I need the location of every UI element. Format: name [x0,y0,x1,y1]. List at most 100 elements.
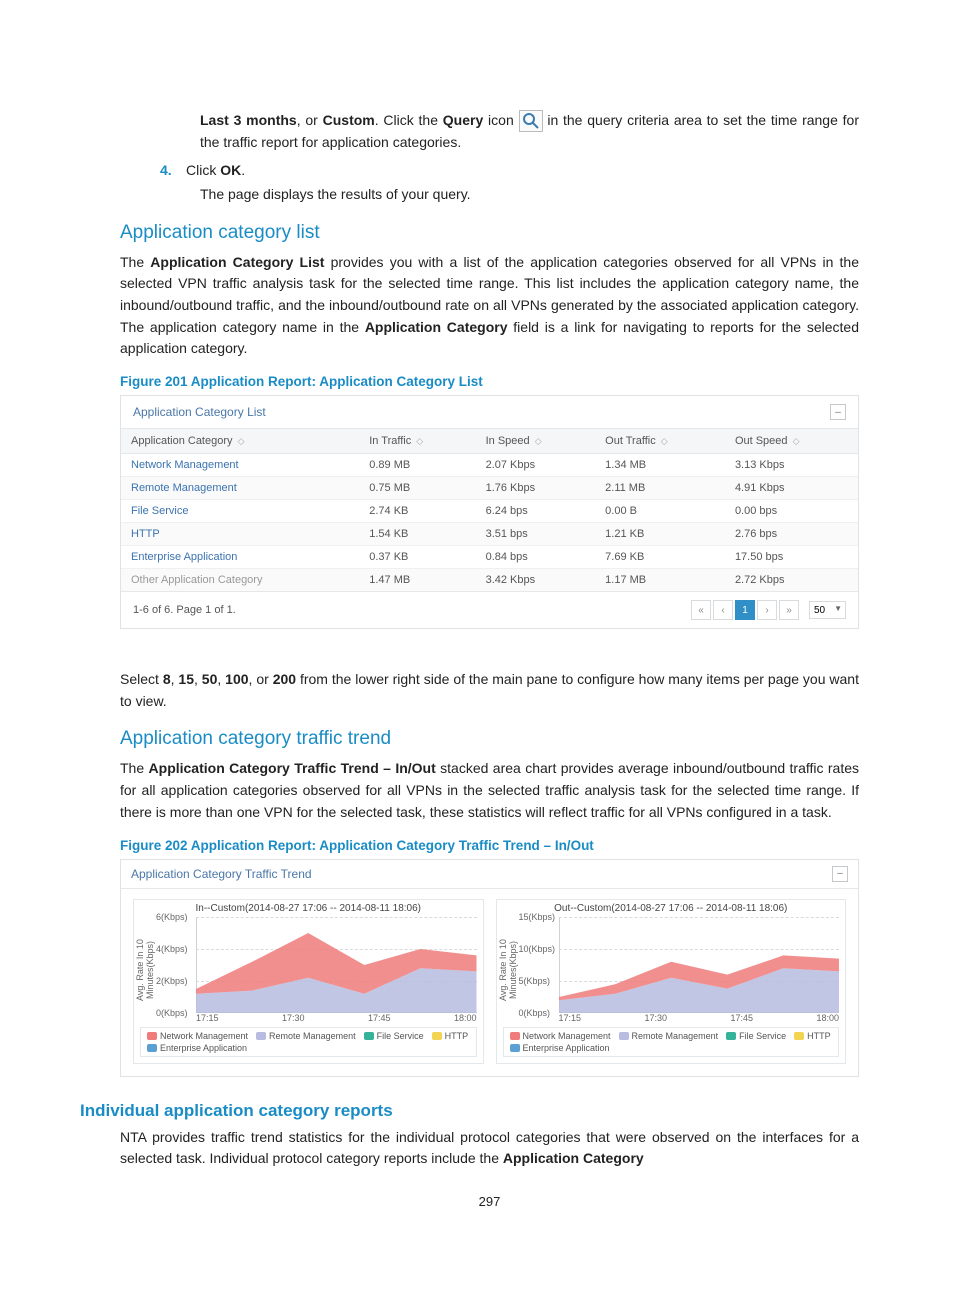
legend-swatch [147,1044,157,1052]
text-ok: OK [220,162,241,178]
figure-201-panel: Application Category List – Application … [120,395,859,629]
y-tick: 15(Kbps) [519,912,556,922]
pager-summary: 1-6 of 6. Page 1 of 1. [133,604,236,616]
column-header[interactable]: Application Category ◇ [121,429,359,454]
legend-swatch [256,1032,266,1040]
y-tick: 2(Kbps) [156,976,188,986]
value-cell: 1.34 MB [595,454,725,477]
legend-item: Network Management [147,1031,248,1041]
x-tick: 18:00 [454,1013,477,1023]
value-cell: 2.76 bps [725,523,858,546]
y-tick: 6(Kbps) [156,912,188,922]
sec1-para: The Application Category List provides y… [120,252,859,360]
legend-item: File Service [726,1031,786,1041]
legend-swatch [619,1032,629,1040]
collapse-button[interactable]: – [830,404,846,420]
category-cell: Other Application Category [121,569,359,592]
value-cell: 2.11 MB [595,477,725,500]
legend-item: Network Management [510,1031,611,1041]
value-cell: 2.72 Kbps [725,569,858,592]
pager-last[interactable]: » [779,600,799,620]
value-cell: 17.50 bps [725,546,858,569]
legend-item: Remote Management [619,1031,719,1041]
table-row: Enterprise Application0.37 KB0.84 bps7.6… [121,546,858,569]
value-cell: 2.07 Kbps [476,454,596,477]
x-tick: 17:45 [368,1013,391,1023]
value-cell: 1.21 KB [595,523,725,546]
legend-item: Remote Management [256,1031,356,1041]
legend-swatch [510,1044,520,1052]
x-tick: 17:15 [196,1013,219,1023]
chart-in: In--Custom(2014-08-27 17:06 -- 2014-08-1… [133,899,484,1064]
legend-item: HTTP [432,1031,469,1041]
column-header[interactable]: Out Traffic ◇ [595,429,725,454]
heading-app-category-list: Application category list [120,222,859,244]
step-number: 4. [160,162,186,178]
chart-out: Out--Custom(2014-08-27 17:06 -- 2014-08-… [496,899,847,1064]
panel-title-trend: Application Category Traffic Trend [131,867,312,881]
legend-swatch [794,1032,804,1040]
category-cell[interactable]: Network Management [121,454,359,477]
table-row: Remote Management0.75 MB1.76 Kbps2.11 MB… [121,477,858,500]
y-tick: 0(Kbps) [156,1008,188,1018]
page-number: 297 [120,1194,859,1209]
app-category-table: Application Category ◇In Traffic ◇In Spe… [121,428,858,591]
legend-swatch [432,1032,442,1040]
heading-individual-reports: Individual application category reports [80,1101,859,1121]
panel-title: Application Category List [133,405,266,419]
text-last3months: Last 3 months [200,112,297,128]
value-cell: 1.17 MB [595,569,725,592]
pager-controls: « ‹ 1 › » 81550100200 [691,600,846,620]
y-tick: 5(Kbps) [519,976,551,986]
category-cell[interactable]: File Service [121,500,359,523]
value-cell: 2.74 KB [359,500,475,523]
value-cell: 1.54 KB [359,523,475,546]
pager-prev[interactable]: ‹ [713,600,733,620]
table-row: Network Management0.89 MB2.07 Kbps1.34 M… [121,454,858,477]
table-row: Other Application Category1.47 MB3.42 Kb… [121,569,858,592]
pager-first[interactable]: « [691,600,711,620]
x-tick: 17:30 [282,1013,305,1023]
category-cell[interactable]: Remote Management [121,477,359,500]
legend-swatch [147,1032,157,1040]
legend-item: Enterprise Application [147,1043,247,1053]
value-cell: 0.89 MB [359,454,475,477]
sec3-para: NTA provides traffic trend statistics fo… [120,1127,859,1170]
step-4-sub: The page displays the results of your qu… [200,184,859,206]
value-cell: 3.13 Kbps [725,454,858,477]
text-custom: Custom [323,112,375,128]
category-cell[interactable]: Enterprise Application [121,546,359,569]
y-axis-label: Avg. Rate In 10 Minutes(Kbps) [497,915,519,1025]
category-cell[interactable]: HTTP [121,523,359,546]
value-cell: 1.76 Kbps [476,477,596,500]
page-size-select[interactable]: 81550100200 [809,601,846,619]
pager-next[interactable]: › [757,600,777,620]
legend-swatch [364,1032,374,1040]
y-tick: 10(Kbps) [519,944,556,954]
figure-202-panel: Application Category Traffic Trend – In-… [120,859,859,1077]
value-cell: 3.42 Kbps [476,569,596,592]
figure-201-caption: Figure 201 Application Report: Applicati… [120,374,859,389]
value-cell: 4.91 Kbps [725,477,858,500]
value-cell: 0.00 B [595,500,725,523]
legend-item: File Service [364,1031,424,1041]
y-axis-label: Avg. Rate In 10 Minutes(Kbps) [134,915,156,1025]
sec2-para: The Application Category Traffic Trend –… [120,758,859,823]
collapse-button[interactable]: – [832,866,848,882]
legend-in: Network Management Remote Management File … [140,1027,477,1057]
legend-swatch [726,1032,736,1040]
text-query: Query [443,112,483,128]
step-4: 4. Click OK. [160,162,859,178]
value-cell: 0.84 bps [476,546,596,569]
column-header[interactable]: Out Speed ◇ [725,429,858,454]
pager-current[interactable]: 1 [735,600,755,620]
value-cell: 0.75 MB [359,477,475,500]
column-header[interactable]: In Traffic ◇ [359,429,475,454]
value-cell: 0.37 KB [359,546,475,569]
intro-line: Last 3 months, or Custom. Click the Quer… [200,110,859,154]
legend-item: Enterprise Application [510,1043,610,1053]
value-cell: 6.24 bps [476,500,596,523]
column-header[interactable]: In Speed ◇ [476,429,596,454]
x-tick: 17:45 [730,1013,753,1023]
value-cell: 3.51 bps [476,523,596,546]
